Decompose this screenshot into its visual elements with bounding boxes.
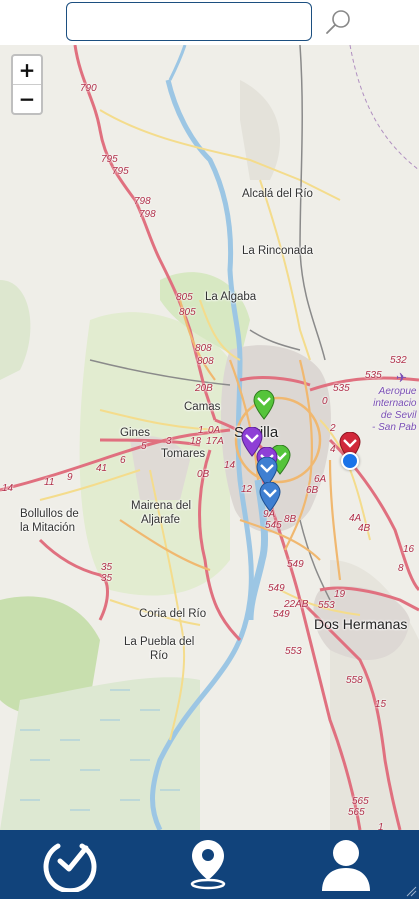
road-number: 805 xyxy=(179,307,196,318)
road-number: 532 xyxy=(390,355,407,366)
logo-icon xyxy=(43,843,97,894)
nav-map-button[interactable] xyxy=(180,836,236,892)
user-icon xyxy=(322,840,370,891)
road-number: 17A xyxy=(206,436,224,447)
airport-icon: ✈ xyxy=(396,371,407,386)
place-la-algaba: La Algaba xyxy=(205,291,257,303)
airport-label-line: internacio xyxy=(373,398,417,409)
road-number: 18 xyxy=(190,436,202,447)
road-number: 795 xyxy=(101,154,118,165)
road-number: 549 xyxy=(287,559,304,570)
zoom-in-button[interactable]: + xyxy=(13,56,41,85)
road-number: 0 xyxy=(322,396,328,407)
nav-home-button[interactable] xyxy=(42,836,98,894)
road-number: 553 xyxy=(285,646,302,657)
road-number: 6B xyxy=(306,485,319,496)
road-number: 808 xyxy=(195,343,212,354)
place-la-puebla-line1: La Puebla del xyxy=(124,636,195,648)
road-number: 41 xyxy=(96,463,108,474)
road-number: 1 xyxy=(378,822,384,830)
map-marker-blue[interactable] xyxy=(259,481,281,512)
road-number: 553 xyxy=(318,600,335,611)
road-number: 565 xyxy=(348,807,365,818)
location-pin-icon xyxy=(190,840,226,890)
place-alcala-del-rio: Alcalá del Río xyxy=(242,188,313,200)
map-marker-green[interactable] xyxy=(253,389,275,420)
place-gines: Gines xyxy=(120,427,151,439)
road-number: 19 xyxy=(334,589,346,600)
road-number: 6A xyxy=(314,474,327,485)
search-input[interactable] xyxy=(66,2,312,41)
road-number: 4B xyxy=(358,523,371,534)
bottom-nav-bar xyxy=(0,830,419,899)
road-number: 535 xyxy=(333,383,350,394)
road-number: 535 xyxy=(365,370,382,381)
road-number: 558 xyxy=(346,675,363,686)
road-number: 790 xyxy=(80,83,97,94)
road-number: 8B xyxy=(284,514,297,525)
road-number: 14 xyxy=(224,460,236,471)
search-icon xyxy=(326,10,350,34)
place-bollullos-line1: Bollullos de xyxy=(20,508,79,520)
road-number: 798 xyxy=(139,209,156,220)
road-number: 1 xyxy=(198,425,204,436)
map-view[interactable]: Alcalá del Río La Rinconada La Algaba Ca… xyxy=(0,45,419,830)
road-number: 565 xyxy=(352,796,369,807)
airport-label: Aeropue internacio de Sevil - San Pab xyxy=(372,386,416,434)
road-number: 549 xyxy=(273,609,290,620)
current-location-dot xyxy=(341,452,359,470)
place-coria-del-rio: Coria del Río xyxy=(139,608,207,620)
place-la-puebla-line2: Río xyxy=(150,650,168,662)
place-bollullos-line2: la Mitación xyxy=(20,522,75,534)
road-number: 16 xyxy=(403,544,415,555)
zoom-control: + − xyxy=(11,54,43,115)
road-number: 35 xyxy=(101,562,113,573)
place-dos-hermanas: Dos Hermanas xyxy=(314,616,408,632)
road-number: 14 xyxy=(2,483,14,494)
resize-grip-icon xyxy=(406,886,417,897)
road-number: 549 xyxy=(268,583,285,594)
airport-label-line: Aeropue xyxy=(378,386,417,397)
airport-label-line: - San Pab xyxy=(372,422,417,433)
road-number: 11 xyxy=(44,477,55,488)
road-number: 545 xyxy=(265,520,282,531)
search-button[interactable] xyxy=(322,6,356,38)
zoom-out-button[interactable]: − xyxy=(13,85,41,113)
road-number: 9 xyxy=(67,472,73,483)
place-la-rinconada: La Rinconada xyxy=(242,245,313,257)
road-number: 805 xyxy=(176,292,193,303)
road-number: 5 xyxy=(141,441,147,452)
road-number: 4 xyxy=(330,444,336,455)
place-mairena-line1: Mairena del xyxy=(131,500,192,512)
road-number: 0A xyxy=(208,425,221,436)
road-number: 35 xyxy=(101,573,113,584)
road-number: 20B xyxy=(195,383,213,394)
place-mairena-line2: Aljarafe xyxy=(141,514,180,526)
top-bar xyxy=(0,0,419,45)
place-tomares: Tomares xyxy=(161,448,206,460)
road-number: 3 xyxy=(166,436,172,447)
road-number: 798 xyxy=(134,196,151,207)
road-number: 8 xyxy=(398,563,404,574)
road-number: 2 xyxy=(330,423,336,434)
road-number: 0B xyxy=(197,469,210,480)
road-number: 808 xyxy=(197,356,214,367)
road-number: 15 xyxy=(375,699,387,710)
nav-profile-button[interactable] xyxy=(318,836,374,892)
road-number: 12 xyxy=(241,484,253,495)
airport-label-line: de Sevil xyxy=(380,410,417,421)
road-number: 6 xyxy=(120,455,126,466)
road-number: 795 xyxy=(112,166,129,177)
place-camas: Camas xyxy=(184,401,221,413)
